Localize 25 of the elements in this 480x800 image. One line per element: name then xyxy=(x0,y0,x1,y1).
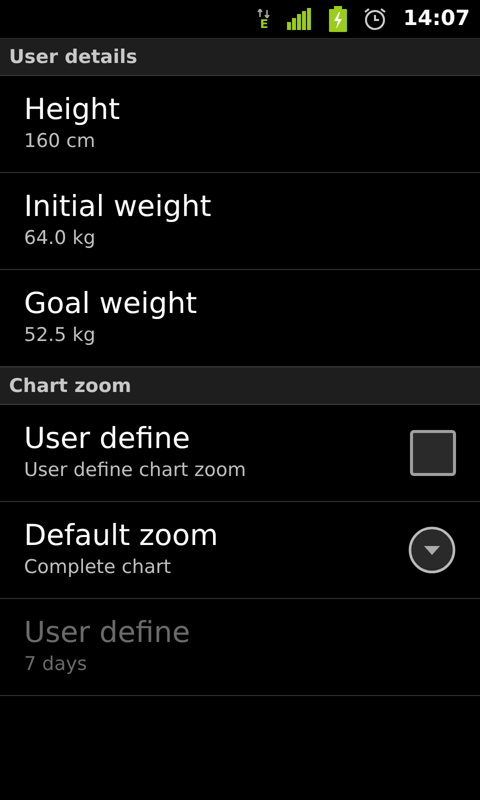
preference-row[interactable]: User define User define chart zoom xyxy=(0,405,480,502)
section-header: User details xyxy=(9,44,138,70)
preference-summary: 64.0 kg xyxy=(24,226,96,252)
preference-summary: 7 days xyxy=(24,652,88,678)
preference-title: User define xyxy=(24,421,192,456)
preference-summary: 160 cm xyxy=(24,129,96,154)
preference-title: Goal weight xyxy=(24,286,198,322)
preference-title: Height xyxy=(24,92,120,128)
preference-row[interactable]: Height 160 cm xyxy=(0,76,480,173)
section-header: Chart zoom xyxy=(9,374,132,399)
preference-title: User define xyxy=(24,615,190,650)
network-indicator: E xyxy=(257,8,272,30)
signal-icon xyxy=(287,8,314,30)
checkbox[interactable] xyxy=(410,430,456,476)
preference-title: Default zoom xyxy=(24,518,218,554)
clock-time: 14:07 xyxy=(403,5,470,32)
preference-summary: Complete chart xyxy=(24,555,172,580)
battery-charging-icon xyxy=(329,6,348,32)
preference-row[interactable]: Initial weight 64.0 kg xyxy=(0,173,480,270)
preference-row[interactable]: Default zoom Complete chart xyxy=(0,502,480,599)
preference-summary: 52.5 kg xyxy=(24,323,96,348)
preference-summary: User define chart zoom xyxy=(24,458,246,484)
dropdown-icon[interactable] xyxy=(408,526,456,574)
preference-title: Initial weight xyxy=(24,189,212,224)
alarm-clock-icon xyxy=(363,7,388,31)
